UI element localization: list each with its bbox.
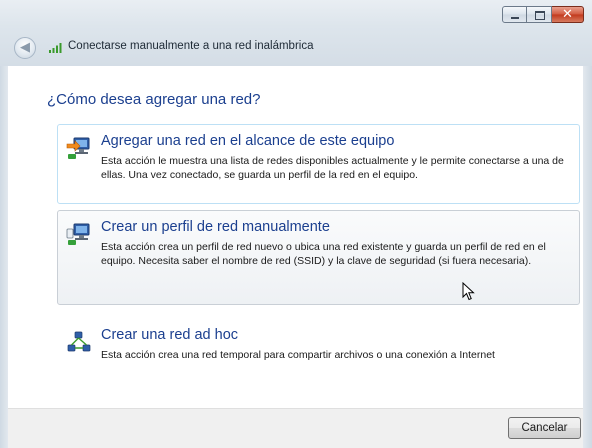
maximize-icon xyxy=(535,11,545,20)
close-button[interactable]: ✕ xyxy=(552,6,584,23)
option-add-network-in-range[interactable]: Agregar una red en el alcance de este eq… xyxy=(57,124,580,204)
option-description: Esta acción le muestra una lista de rede… xyxy=(101,155,564,181)
wizard-window: ✕ ◀ Conectarse manualmente a una red ina… xyxy=(0,0,592,448)
option-title: Agregar una red en el alcance de este eq… xyxy=(101,133,395,149)
mouse-cursor-icon xyxy=(462,282,475,301)
network-add-icon xyxy=(66,137,90,159)
option-create-profile-manually[interactable]: Crear un perfil de red manualmente Esta … xyxy=(57,210,580,305)
adhoc-network-icon xyxy=(67,331,91,352)
minimize-button[interactable] xyxy=(502,6,527,23)
window-title: Conectarse manualmente a una red inalámb… xyxy=(68,40,314,52)
cancel-button[interactable]: Cancelar xyxy=(508,417,581,439)
option-title: Crear un perfil de red manualmente xyxy=(101,219,330,235)
wizard-content: ¿Cómo desea agregar una red? Agregar una… xyxy=(8,66,583,408)
page-heading: ¿Cómo desea agregar una red? xyxy=(47,91,261,108)
close-icon: ✕ xyxy=(562,7,573,22)
minimize-icon xyxy=(511,17,519,19)
maximize-button[interactable] xyxy=(527,6,552,23)
back-arrow-icon: ◀ xyxy=(20,40,30,55)
network-profile-icon xyxy=(66,223,90,245)
window-frame-left xyxy=(0,66,8,448)
window-frame-right xyxy=(583,66,592,448)
option-title: Crear una red ad hoc xyxy=(101,327,239,343)
back-button[interactable]: ◀ xyxy=(14,37,36,59)
option-description: Esta acción crea un perfil de red nuevo … xyxy=(101,241,546,267)
caption-buttons: ✕ xyxy=(502,6,584,24)
wireless-signal-icon xyxy=(49,43,62,53)
wizard-footer: Cancelar xyxy=(8,408,583,448)
option-create-adhoc-network[interactable]: Crear una red ad hoc Esta acción crea un… xyxy=(57,318,580,380)
option-description: Esta acción crea una red temporal para c… xyxy=(101,349,495,361)
